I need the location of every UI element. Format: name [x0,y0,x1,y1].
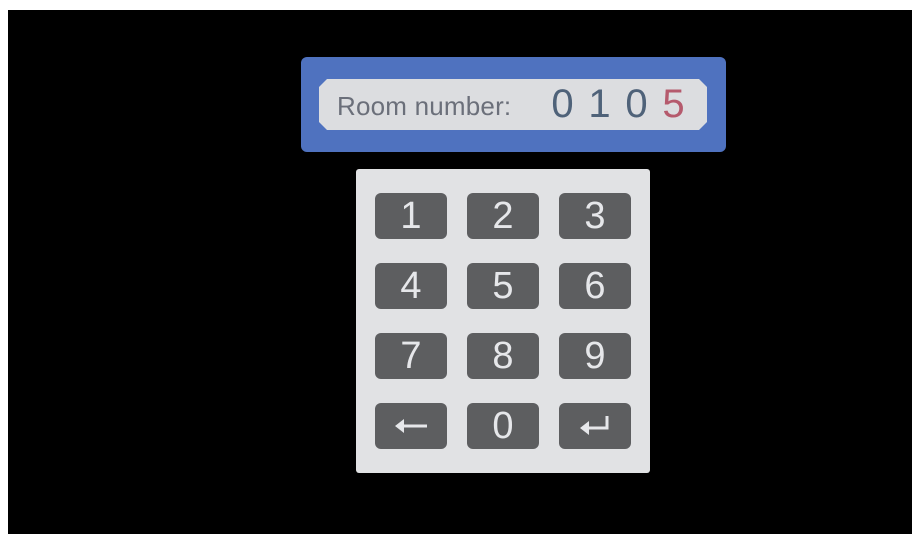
digit-3: 0 [625,82,648,126]
backspace-button[interactable] [375,403,447,449]
enter-button[interactable] [559,403,631,449]
key-9[interactable]: 9 [559,333,631,379]
left-arrow-icon [395,419,427,433]
room-number-display: Room number: 0 1 0 5 [319,79,707,130]
key-3[interactable]: 3 [559,193,631,239]
keypad: 1 2 3 4 5 6 7 8 9 0 [356,169,650,473]
key-5[interactable]: 5 [467,263,539,309]
digit-1: 0 [551,82,574,126]
key-8[interactable]: 8 [467,333,539,379]
key-4[interactable]: 4 [375,263,447,309]
key-6[interactable]: 6 [559,263,631,309]
digit-2: 1 [588,82,611,126]
key-7[interactable]: 7 [375,333,447,379]
screen: Room number: 0 1 0 5 1 2 3 4 5 6 7 8 9 0 [8,10,912,534]
key-0[interactable]: 0 [467,403,539,449]
digit-4-active: 5 [662,82,685,126]
enter-return-icon [580,416,609,435]
room-number-label: Room number: [337,91,512,121]
key-2[interactable]: 2 [467,193,539,239]
room-number-display-frame: Room number: 0 1 0 5 [301,57,726,152]
key-1[interactable]: 1 [375,193,447,239]
room-number-value: 0 1 0 5 [544,81,692,127]
